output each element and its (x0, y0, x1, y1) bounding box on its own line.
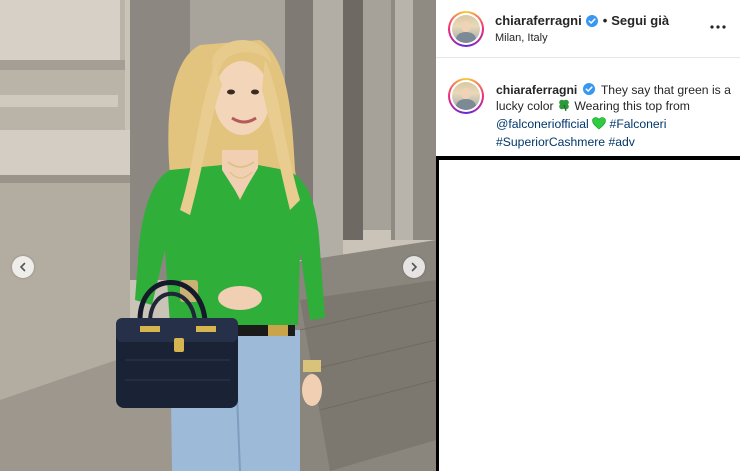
caption-avatar[interactable] (448, 78, 484, 114)
more-options-button[interactable] (709, 18, 727, 36)
photo-illustration (0, 0, 436, 471)
avatar[interactable] (448, 11, 484, 47)
more-horizontal-icon (710, 25, 726, 29)
post-header: chiaraferragni • Segui già Milan, Italy (436, 0, 740, 58)
verified-badge-icon (582, 83, 595, 95)
caption-text: chiaraferragni They say that green is a … (496, 82, 732, 150)
location-link[interactable]: Milan, Italy (495, 32, 548, 44)
hashtag-link[interactable]: #adv (608, 135, 634, 149)
chevron-left-icon (19, 262, 26, 272)
comments-area (439, 160, 740, 471)
mention-link[interactable]: @falconeriofficial (496, 117, 589, 131)
chevron-right-icon (411, 262, 418, 272)
caption-row: chiaraferragni They say that green is a … (436, 58, 740, 156)
instagram-post: chiaraferragni • Segui già Milan, Italy (0, 0, 740, 471)
four-leaf-clover-icon (557, 98, 571, 116)
header-username[interactable]: chiaraferragni (495, 13, 582, 28)
post-photo[interactable] (0, 0, 436, 471)
green-heart-icon (592, 117, 606, 134)
following-button[interactable]: Segui già (611, 13, 669, 28)
verified-badge-icon (585, 14, 598, 27)
comments-area-frame (436, 156, 740, 471)
hashtag-link[interactable]: #Falconeri (610, 117, 667, 131)
caption-text-2: Wearing this top from (574, 99, 690, 113)
caption-username[interactable]: chiaraferragni (496, 83, 577, 97)
post-side-panel: chiaraferragni • Segui già Milan, Italy (436, 0, 740, 471)
hashtag-link[interactable]: #SuperiorCashmere (496, 135, 605, 149)
carousel-prev-button[interactable] (12, 256, 34, 278)
carousel-next-button[interactable] (403, 256, 425, 278)
separator-dot: • (602, 13, 608, 28)
